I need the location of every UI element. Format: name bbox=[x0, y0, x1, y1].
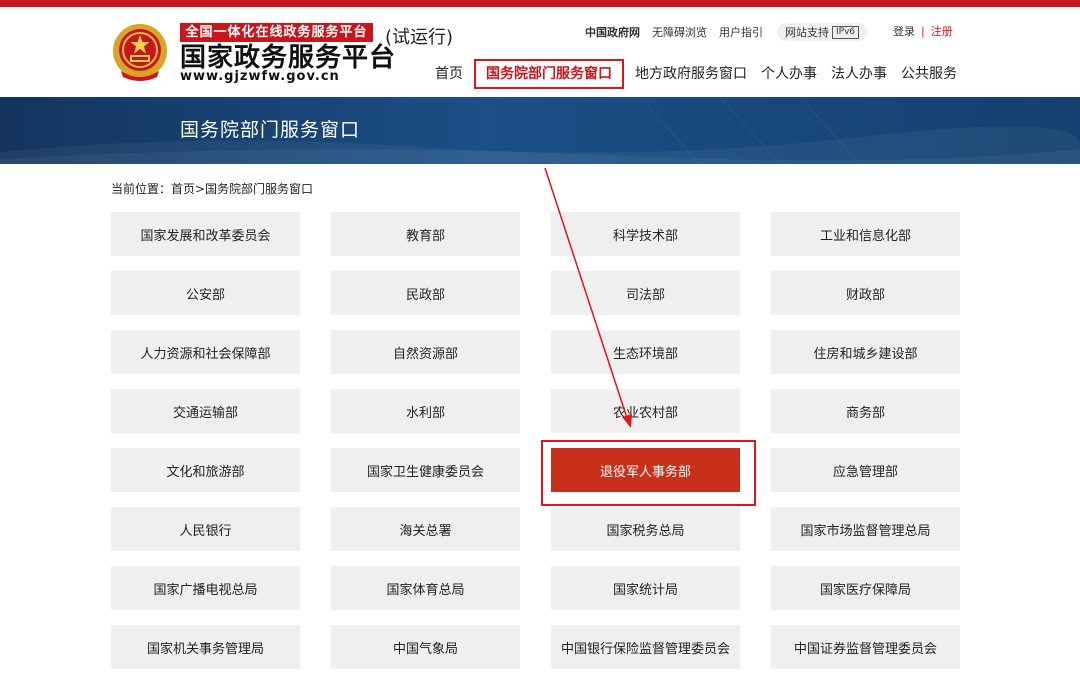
dept-tile-customs[interactable]: 海关总署 bbox=[331, 507, 520, 551]
dept-tile-finance[interactable]: 财政部 bbox=[771, 271, 960, 315]
breadcrumb: 当前位置：首页>国务院部门服务窗口 bbox=[111, 182, 314, 196]
dept-tile-natural-resources[interactable]: 自然资源部 bbox=[331, 330, 520, 374]
ipv6-label: IPv6 bbox=[832, 25, 860, 39]
banner-decoration bbox=[0, 97, 1080, 164]
dept-tile-science-tech[interactable]: 科学技术部 bbox=[551, 212, 740, 256]
main-nav: 首页 国务院部门服务窗口 地方政府服务窗口 个人办事 法人办事 公共服务 bbox=[428, 59, 964, 89]
nav-local-gov[interactable]: 地方政府服务窗口 bbox=[628, 59, 754, 89]
dept-tile-justice[interactable]: 司法部 bbox=[551, 271, 740, 315]
department-grid: 国家发展和改革委员会 教育部 科学技术部 工业和信息化部 公安部 民政部 司法部… bbox=[111, 212, 961, 669]
dept-tile-industry-it[interactable]: 工业和信息化部 bbox=[771, 212, 960, 256]
dept-tile-healthcare-security[interactable]: 国家医疗保障局 bbox=[771, 566, 960, 610]
dept-tile-ndrc[interactable]: 国家发展和改革委员会 bbox=[111, 212, 300, 256]
dept-tile-ecology-environment[interactable]: 生态环境部 bbox=[551, 330, 740, 374]
nav-personal-affairs[interactable]: 个人办事 bbox=[754, 59, 824, 89]
dept-tile-commerce[interactable]: 商务部 bbox=[771, 389, 960, 433]
dept-tile-statistics[interactable]: 国家统计局 bbox=[551, 566, 740, 610]
dept-tile-taxation[interactable]: 国家税务总局 bbox=[551, 507, 740, 551]
site-header: 全国一体化在线政务服务平台 国家政务服务平台 www.gjzwfw.gov.cn… bbox=[0, 7, 1080, 97]
platform-badge: 全国一体化在线政务服务平台 bbox=[180, 23, 373, 42]
dept-tile-public-security[interactable]: 公安部 bbox=[111, 271, 300, 315]
nav-public-services[interactable]: 公共服务 bbox=[894, 59, 964, 89]
dept-tile-sport[interactable]: 国家体育总局 bbox=[331, 566, 520, 610]
dept-tile-human-resources[interactable]: 人力资源和社会保障部 bbox=[111, 330, 300, 374]
user-guide-link[interactable]: 用户指引 bbox=[719, 24, 763, 40]
auth-divider: | bbox=[921, 25, 925, 38]
nav-corporate-affairs[interactable]: 法人办事 bbox=[824, 59, 894, 89]
dept-tile-transport[interactable]: 交通运输部 bbox=[111, 389, 300, 433]
dept-tile-banking-insurance-regulator[interactable]: 中国银行保险监督管理委员会 bbox=[551, 625, 740, 669]
dept-tile-securities-regulator[interactable]: 中国证券监督管理委员会 bbox=[771, 625, 960, 669]
nav-home[interactable]: 首页 bbox=[428, 59, 470, 89]
dept-tile-agriculture[interactable]: 农业农村部 bbox=[551, 389, 740, 433]
dept-tile-civil-affairs[interactable]: 民政部 bbox=[331, 271, 520, 315]
login-link[interactable]: 登录 bbox=[893, 25, 915, 38]
site-support-label: 网站支持 bbox=[785, 26, 829, 39]
ipv6-support-badge: 网站支持 IPv6 bbox=[777, 23, 868, 41]
dept-tile-peoples-bank[interactable]: 人民银行 bbox=[111, 507, 300, 551]
utility-bar: 中国政府网 无障碍浏览 用户指引 网站支持 IPv6 bbox=[585, 23, 868, 41]
dept-tile-gov-offices-admin[interactable]: 国家机关事务管理局 bbox=[111, 625, 300, 669]
nav-state-council-depts[interactable]: 国务院部门服务窗口 bbox=[474, 59, 624, 89]
page-banner: 国务院部门服务窗口 bbox=[0, 97, 1080, 164]
dept-tile-radio-tv[interactable]: 国家广播电视总局 bbox=[111, 566, 300, 610]
dept-tile-veterans-affairs[interactable]: 退役军人事务部 bbox=[551, 448, 740, 492]
banner-title: 国务院部门服务窗口 bbox=[180, 119, 361, 141]
accessibility-link[interactable]: 无障碍浏览 bbox=[652, 24, 707, 40]
dept-tile-housing[interactable]: 住房和城乡建设部 bbox=[771, 330, 960, 374]
register-link[interactable]: 注册 bbox=[931, 25, 953, 38]
dept-tile-meteorology[interactable]: 中国气象局 bbox=[331, 625, 520, 669]
dept-tile-health-commission[interactable]: 国家卫生健康委员会 bbox=[331, 448, 520, 492]
dept-tile-market-regulation[interactable]: 国家市场监督管理总局 bbox=[771, 507, 960, 551]
trial-label: (试运行) bbox=[385, 27, 454, 48]
dept-tile-emergency-management[interactable]: 应急管理部 bbox=[771, 448, 960, 492]
dept-tile-education[interactable]: 教育部 bbox=[331, 212, 520, 256]
national-emblem-icon[interactable] bbox=[111, 23, 169, 83]
gov-site-link[interactable]: 中国政府网 bbox=[585, 24, 640, 40]
dept-tile-culture-tourism[interactable]: 文化和旅游部 bbox=[111, 448, 300, 492]
dept-tile-water-resources[interactable]: 水利部 bbox=[331, 389, 520, 433]
platform-url: www.gjzwfw.gov.cn bbox=[180, 69, 340, 84]
top-accent-strip bbox=[0, 0, 1080, 7]
auth-links: 登录 | 注册 bbox=[893, 23, 953, 41]
